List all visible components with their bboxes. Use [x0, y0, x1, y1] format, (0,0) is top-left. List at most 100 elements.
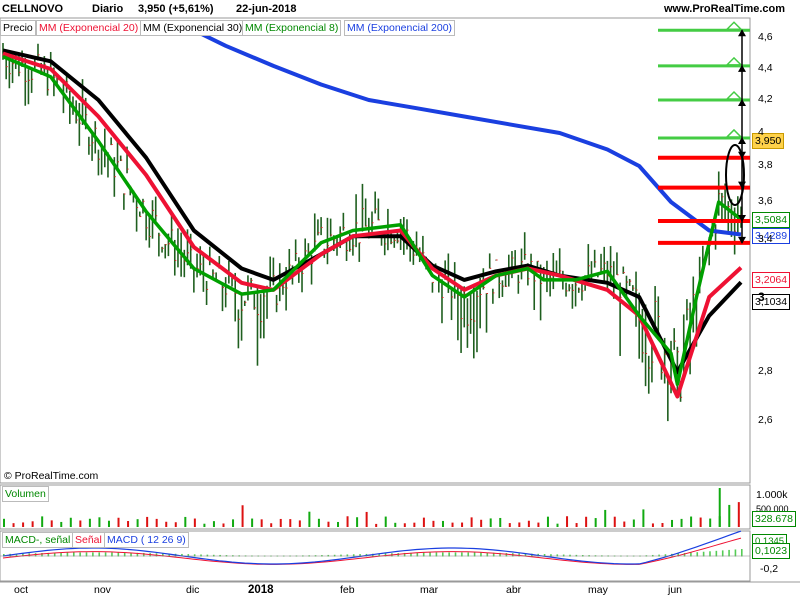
signal-legend[interactable]: Señal: [72, 532, 105, 548]
ytick-4-6: 4,6: [758, 31, 773, 43]
ytick-4-4: 4,4: [758, 62, 773, 74]
volume-bar: [155, 518, 158, 527]
volume-bar: [489, 518, 492, 527]
volume-bar: [279, 518, 282, 527]
volume-bar: [632, 519, 635, 527]
volume-bar: [556, 523, 559, 527]
macd-histogram-bar: [721, 550, 724, 557]
volume-bar: [203, 523, 206, 527]
volume-bar: [709, 518, 712, 527]
volume-bar: [518, 522, 521, 527]
macd-legend[interactable]: MACD-, señal: [2, 532, 74, 548]
volume-bar: [680, 518, 683, 527]
volume-bar: [480, 519, 483, 527]
volume-bar: [566, 516, 569, 527]
volume-bar: [3, 518, 5, 527]
price-pane-frame: [0, 17, 751, 484]
volume-bar: [451, 522, 454, 527]
volume-bar: [346, 516, 349, 527]
ytick-3: 3: [758, 290, 765, 304]
volume-bar: [365, 511, 368, 527]
volume-bar: [728, 504, 731, 527]
volume-bar: [31, 521, 34, 527]
ema8-price-label: 3,5084: [752, 212, 791, 228]
volume-bar: [585, 516, 588, 527]
volume-spike-bar: [718, 488, 721, 527]
volume-bar: [98, 517, 101, 527]
header-date: 22-jun-2018: [236, 3, 297, 15]
last-price-label: 3,950: [752, 133, 785, 149]
chart-canvas: [0, 17, 800, 583]
volume-bar: [690, 516, 693, 527]
macd-params-legend[interactable]: MACD ( 12 26 9): [104, 532, 189, 548]
volume-bar: [604, 509, 607, 527]
ytick-3-6: 3,6: [758, 195, 773, 207]
volume-bar: [613, 516, 616, 527]
volume-bar: [337, 521, 340, 527]
xtick-nov: nov: [94, 584, 111, 596]
volume-bar: [222, 523, 225, 527]
volume-bar: [575, 523, 578, 527]
macd-histogram-bar: [741, 549, 743, 557]
volume-bar: [41, 516, 44, 527]
volume-bar: [270, 523, 273, 527]
volume-bar: [432, 520, 435, 527]
volume-bar: [127, 521, 130, 527]
volume-pane-frame: [0, 484, 751, 530]
volume-bar: [289, 519, 292, 527]
volume-bar: [527, 520, 530, 527]
volume-bar: [60, 521, 63, 527]
volume-bar: [413, 522, 416, 527]
volume-bar: [298, 520, 301, 527]
ytick-4: 4: [758, 126, 764, 138]
macd-histogram-bar: [734, 549, 737, 557]
xtick-mar: mar: [420, 584, 439, 596]
ytick-4-2: 4,2: [758, 93, 773, 105]
ytick-3-4: 3,4: [758, 233, 773, 245]
copyright: © ProRealTime.com: [4, 470, 99, 482]
volume-bar: [699, 517, 702, 527]
volume-bar: [661, 523, 664, 527]
legend-price[interactable]: Precio: [0, 20, 36, 36]
ytick-2-8: 2,8: [758, 365, 773, 377]
xtick-jun: jun: [668, 584, 683, 596]
xtick-dic: dic: [186, 584, 200, 596]
legend-ema8[interactable]: MM (Exponencial 8): [242, 20, 342, 36]
volume-bar: [88, 518, 91, 527]
macd-histogram-bar: [728, 549, 730, 557]
ytick-3-8: 3,8: [758, 159, 773, 171]
volume-bar: [212, 521, 215, 527]
legend-ema200[interactable]: MM (Exponencial 200): [344, 20, 456, 36]
volume-bar: [22, 522, 25, 527]
ytick-2-6: 2,6: [758, 414, 773, 426]
volume-bar: [356, 517, 359, 527]
volume-bar: [642, 509, 645, 527]
volume-bar: [375, 523, 378, 527]
site-url[interactable]: www.ProRealTime.com: [664, 3, 785, 15]
volume-bar: [403, 523, 406, 527]
volume-bar: [12, 523, 15, 527]
volume-bar: [394, 522, 397, 527]
volume-bar: [537, 522, 540, 527]
volume-bar: [441, 520, 444, 527]
volume-bar: [671, 519, 674, 527]
xtick-may: may: [588, 584, 608, 596]
legend-ema20[interactable]: MM (Exponencial 20): [36, 20, 142, 36]
volume-bar: [327, 521, 330, 527]
ticker-title: CELLNOVO: [2, 3, 64, 15]
volume-bar: [651, 523, 654, 527]
volume-bar: [317, 518, 320, 527]
ema20-price-label: 3,2064: [752, 272, 791, 288]
volume-bar: [546, 516, 549, 527]
xtick-feb: feb: [340, 584, 355, 596]
legend-ema30[interactable]: MM (Exponencial 30): [140, 20, 246, 36]
volume-bar: [79, 520, 82, 527]
volume-bar: [308, 511, 311, 527]
volume-bar: [184, 516, 187, 527]
volume-bar: [594, 518, 597, 527]
volume-pane-label[interactable]: Volumen: [2, 486, 49, 502]
xtick-2018: 2018: [248, 584, 274, 596]
macd-tick-neg: -0,2: [760, 563, 779, 575]
volume-bar: [499, 517, 502, 527]
volume-tick-1000k: 1.000k: [756, 489, 788, 501]
